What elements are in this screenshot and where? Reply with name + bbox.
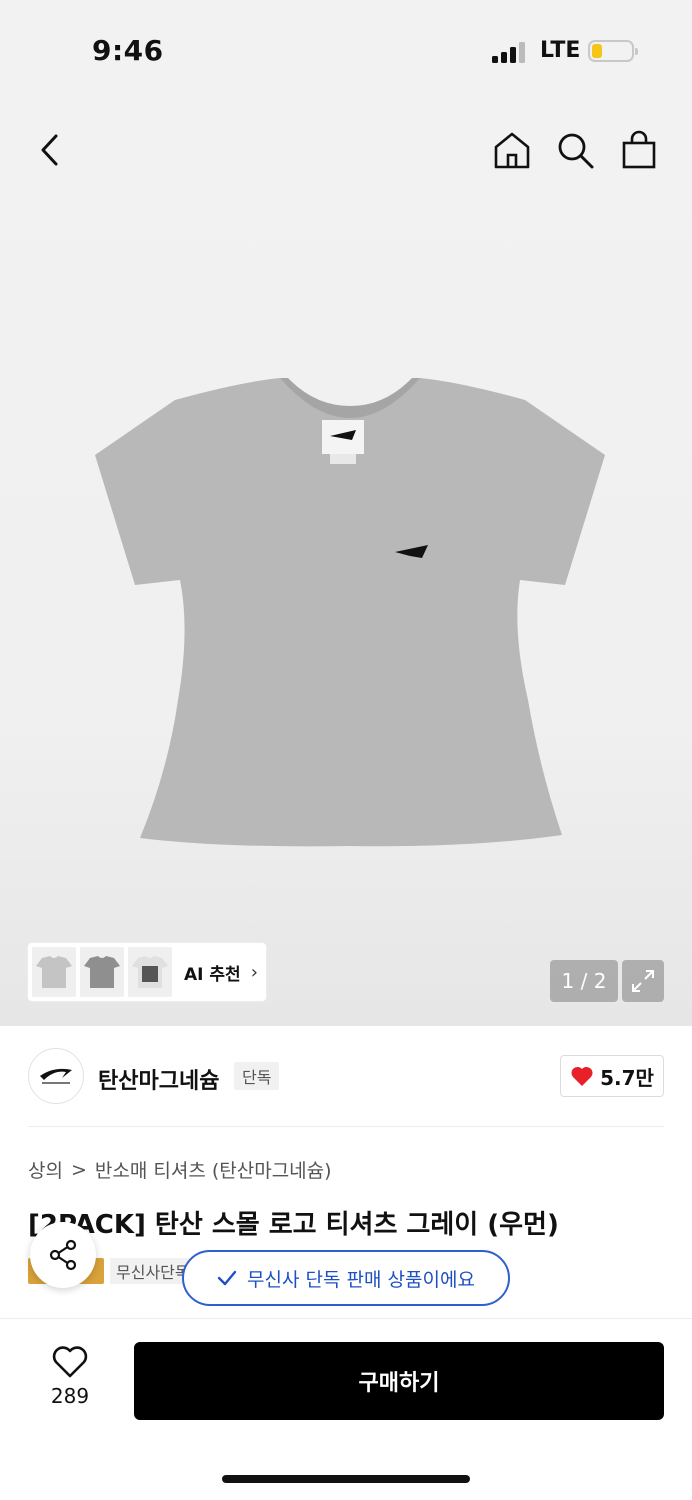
share-button[interactable] <box>30 1222 96 1288</box>
search-button[interactable] <box>553 128 597 172</box>
product-image[interactable] <box>80 370 620 850</box>
buy-button[interactable]: 구매하기 <box>134 1342 664 1420</box>
shopping-bag-icon <box>622 130 656 169</box>
home-icon <box>494 132 530 169</box>
brand-like-count: 5.7만 <box>600 1065 654 1090</box>
ai-recommendation-label: AI 추천 <box>184 964 241 985</box>
divider <box>28 1126 664 1127</box>
ai-recommendation-button[interactable]: AI 추천 › <box>28 943 266 1001</box>
wishlist-count: 289 <box>50 1384 90 1408</box>
expand-image-button[interactable] <box>622 960 664 1002</box>
brand-name[interactable]: 탄산마그네슘 <box>98 1063 219 1095</box>
cart-button[interactable] <box>617 128 661 172</box>
home-indicator <box>222 1475 470 1483</box>
brand-like-button[interactable]: 5.7만 <box>560 1055 664 1097</box>
exclusive-notice-toast: 무신사 단독 판매 상품이에요 <box>182 1250 510 1306</box>
breadcrumb-subcategory[interactable]: 반소매 티셔츠 (탄산마그네슘) <box>95 1156 332 1183</box>
search-icon <box>558 133 594 169</box>
recommendation-thumbnail[interactable] <box>80 947 124 997</box>
checkmark-icon <box>217 1270 237 1286</box>
home-button[interactable] <box>490 128 534 172</box>
signal-icon <box>492 41 528 63</box>
expand-icon <box>632 970 654 992</box>
wishlist-button[interactable]: 289 <box>36 1346 104 1416</box>
battery-icon <box>588 40 638 62</box>
chevron-left-icon <box>41 134 58 166</box>
recommendation-thumbnail[interactable] <box>128 947 172 997</box>
exclusive-notice-text: 무신사 단독 판매 상품이에요 <box>247 1268 475 1291</box>
brand-logo[interactable] <box>28 1048 84 1104</box>
image-page-indicator: 1 / 2 <box>550 960 618 1002</box>
product-title: [2PACK] 탄산 스몰 로고 티셔츠 그레이 (우먼) <box>28 1210 559 1240</box>
brand-logo-icon <box>40 1068 72 1084</box>
share-icon <box>49 1239 77 1271</box>
breadcrumb-separator: > <box>70 1158 87 1181</box>
chevron-right-icon: › <box>250 961 258 983</box>
breadcrumb: 상의 > 반소매 티셔츠 (탄산마그네슘) <box>28 1156 332 1183</box>
exclusive-badge: 단독 <box>234 1062 280 1090</box>
heart-outline-icon <box>52 1346 88 1378</box>
recommendation-thumbnail[interactable] <box>32 947 76 997</box>
network-label: LTE <box>540 38 581 63</box>
status-time: 9:46 <box>92 34 164 67</box>
breadcrumb-category[interactable]: 상의 <box>28 1156 63 1183</box>
back-button[interactable] <box>28 128 72 172</box>
heart-filled-icon <box>571 1066 593 1086</box>
